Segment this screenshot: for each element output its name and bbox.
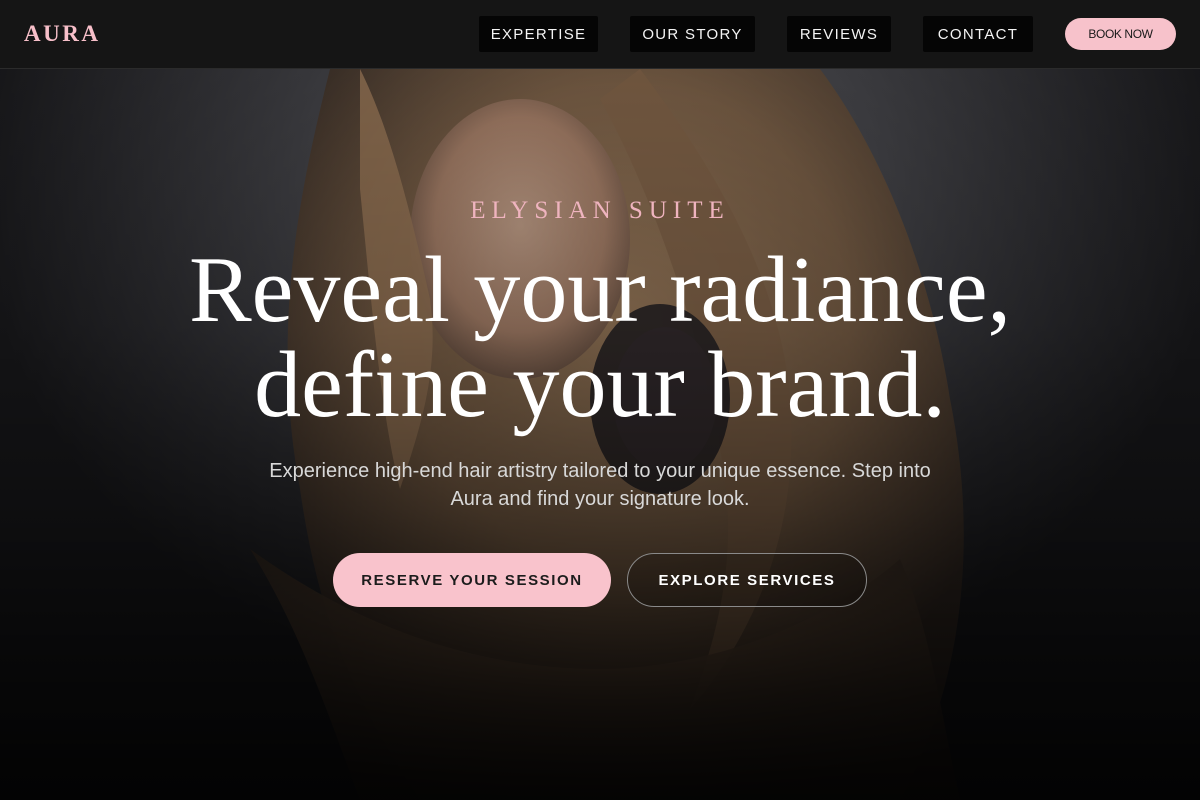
top-navigation-bar: AURA EXPERTISE OUR STORY REVIEWS CONTACT… xyxy=(0,0,1200,69)
hero-eyebrow: ELYSIAN SUITE xyxy=(470,197,730,224)
hero-subtext: Experience high-end hair artistry tailor… xyxy=(269,460,931,510)
reserve-session-button[interactable]: RESERVE YOUR SESSION xyxy=(333,553,611,607)
explore-services-button[interactable]: EXPLORE SERVICES xyxy=(627,553,867,607)
book-now-button[interactable]: BOOK NOW xyxy=(1065,18,1176,50)
brand-logo[interactable]: AURA xyxy=(24,20,100,48)
nav-item-expertise[interactable]: EXPERTISE xyxy=(479,16,598,52)
nav-item-our-story[interactable]: OUR STORY xyxy=(630,16,755,52)
hero-headline: Reveal your radiance, define your brand. xyxy=(0,243,1200,433)
nav-item-contact[interactable]: CONTACT xyxy=(923,16,1033,52)
hero-headline-line-1: Reveal your radiance, xyxy=(188,238,1012,342)
nav-item-reviews[interactable]: REVIEWS xyxy=(787,16,891,52)
hero-headline-line-2: define your brand. xyxy=(254,333,946,437)
